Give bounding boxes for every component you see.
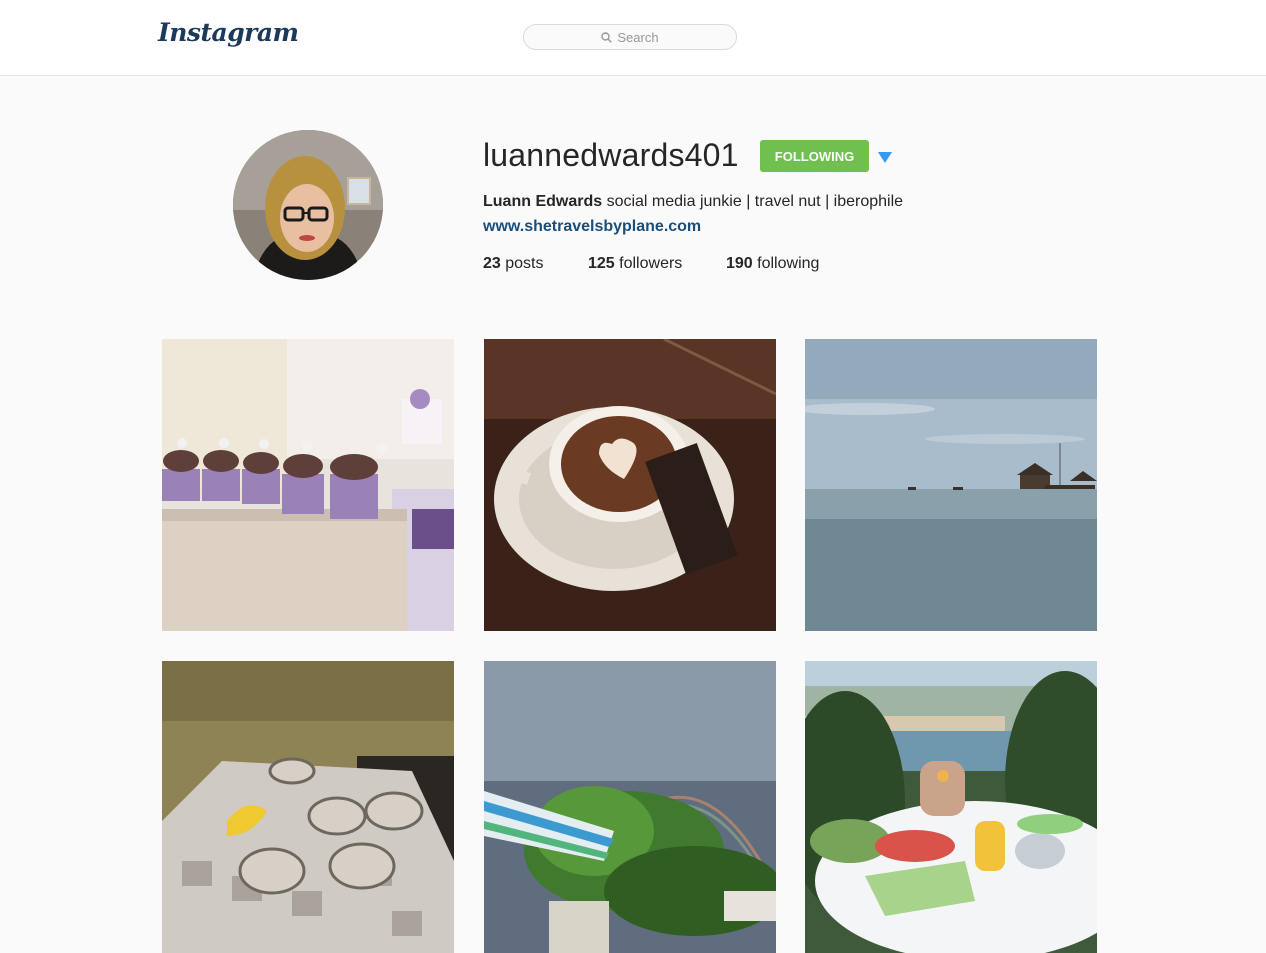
profile-full-name: Luann Edwards: [483, 193, 603, 210]
profile-avatar: [233, 130, 383, 280]
post-thumbnail-cupcakes[interactable]: [162, 339, 454, 631]
profile-website-link[interactable]: www.shetravelsbyplane.com: [483, 218, 701, 236]
following-number: 190: [726, 255, 753, 272]
followers-label: followers: [619, 255, 683, 272]
search-placeholder: Search: [617, 29, 659, 45]
posts-number: 23: [483, 255, 501, 272]
post-thumbnail-sea-pier[interactable]: [805, 339, 1097, 631]
following-label: following: [757, 255, 820, 272]
followers-number: 125: [588, 255, 615, 272]
posts-label: posts: [505, 255, 544, 272]
options-dropdown[interactable]: [878, 150, 892, 168]
search-box[interactable]: Search: [523, 24, 737, 50]
profile-bio: Luann Edwards social media junkie | trav…: [483, 193, 903, 211]
post-thumbnail-latte[interactable]: [484, 339, 776, 631]
following-link[interactable]: 190 following: [726, 255, 819, 273]
top-navigation-bar: Instagram Search: [0, 0, 1266, 76]
caret-down-icon: [878, 152, 892, 163]
post-thumbnail-rainbow[interactable]: [484, 661, 776, 953]
followers-link[interactable]: 125 followers: [588, 255, 682, 273]
profile-bio-text: social media junkie | travel nut | ibero…: [606, 193, 904, 210]
instagram-logo[interactable]: Instagram: [158, 18, 299, 47]
post-thumbnail-lake-dinner[interactable]: [805, 661, 1097, 953]
post-thumbnail-oysters[interactable]: [162, 661, 454, 953]
profile-username: luannedwards401: [483, 137, 739, 173]
following-button[interactable]: FOLLOWING: [760, 140, 869, 172]
search-icon: [601, 31, 613, 43]
posts-count: 23 posts: [483, 255, 544, 273]
